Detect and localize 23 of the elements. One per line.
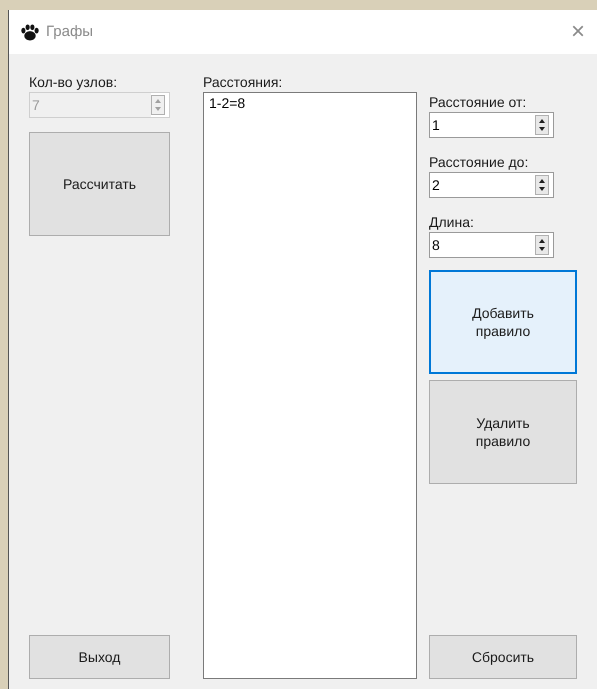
reset-button[interactable]: Сбросить [429, 635, 577, 679]
field-label: Расстояние от: [429, 94, 528, 110]
spinner-value: 8 [431, 236, 441, 255]
up-down-arrows-icon[interactable] [535, 175, 549, 195]
up-down-arrows-icon[interactable] [535, 235, 549, 255]
up-down-arrows-icon[interactable] [535, 115, 549, 135]
number-spinner[interactable]: 2 [429, 172, 554, 198]
spinner-value: 7 [30, 93, 151, 117]
field-label: Длина: [429, 214, 475, 230]
list-item[interactable]: 1-2=8 [209, 95, 416, 112]
field-label: Расстояние до: [429, 154, 530, 170]
rule-button[interactable]: Удалить правило [429, 380, 577, 484]
field-label: Кол-во узлов: [29, 74, 118, 90]
exit-button[interactable]: Выход [29, 635, 170, 679]
number-spinner[interactable]: 1 [429, 112, 554, 138]
number-spinner[interactable]: 8 [429, 232, 554, 258]
calculate-button[interactable]: Рассчитать [29, 132, 170, 236]
spinner-value: 2 [431, 176, 441, 195]
paw-icon [20, 24, 40, 40]
spinner-value: 1 [431, 116, 441, 135]
list-label: Расстояния: [203, 74, 284, 90]
window-title: Графы [46, 22, 94, 42]
rule-button[interactable]: Добавить правило [429, 270, 577, 374]
